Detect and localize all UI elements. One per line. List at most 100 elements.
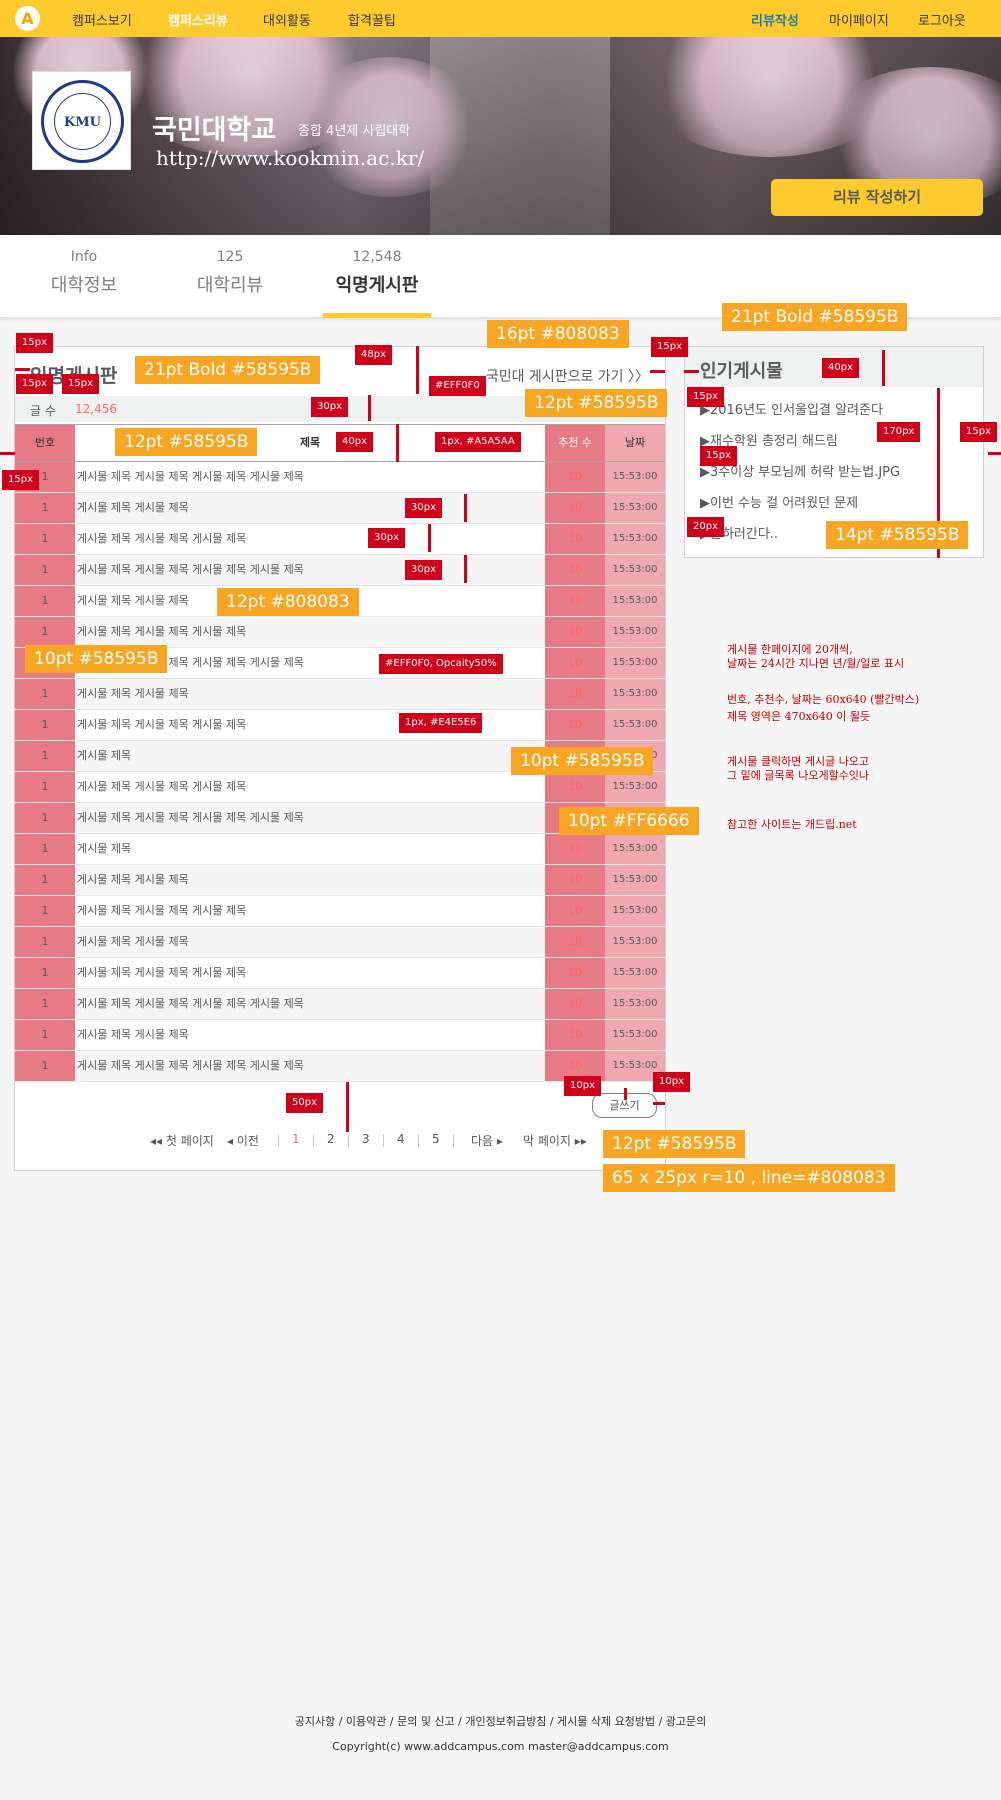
spacing-annotation: 30px	[405, 560, 442, 580]
table-row[interactable]: 1게시물 제목 게시물 제목 게시물 제목 게시물 제목1015:53:00	[15, 555, 665, 586]
table-row[interactable]: 1 게시물 제목 게시물 제목 10 15:53:00	[15, 1020, 665, 1051]
table-row[interactable]: 1 게시물 제목 게시물 제목 10 15:53:00	[15, 865, 665, 896]
tab-count: Info	[70, 249, 98, 265]
post-recommend-count: 10	[545, 927, 605, 957]
pager-divider	[348, 1134, 349, 1147]
site-logo[interactable]: A	[15, 6, 40, 31]
popular-post-item[interactable]: ▶이번 수능 걸 어려웠던 문제	[700, 492, 858, 511]
nav-logout[interactable]: 로그아웃	[918, 10, 966, 29]
post-recommend-count: 10	[545, 524, 605, 554]
post-number: 1	[15, 555, 75, 585]
table-row[interactable]: 1 게시물 제목 게시물 제목 10 15:53:00	[15, 679, 665, 710]
post-number: 1	[15, 989, 75, 1019]
tab-anonymous-board[interactable]: 12,548 익명게시판	[327, 249, 427, 297]
last-page-link[interactable]: 막 페이지 ▸▸	[523, 1132, 587, 1149]
page-5[interactable]: 5	[432, 1132, 440, 1146]
table-row[interactable]: 1 게시물 제목 게시물 제목 게시물 제목 10 15:53:00	[15, 772, 665, 803]
page-1[interactable]: 1	[292, 1132, 300, 1146]
post-title[interactable]: 게시물 제목 게시물 제목 게시물 제목 게시물 제목	[75, 989, 545, 1019]
table-row[interactable]: 1게시물 제목 게시물 제목 게시물 제목 게시물 제목1015:53:00	[15, 989, 665, 1020]
post-title[interactable]: 게시물 제목 게시물 제목 게시물 제목 게시물 제목	[75, 803, 545, 833]
post-title[interactable]: 게시물 제목	[75, 741, 545, 771]
spacing-annotation: 15px	[62, 374, 99, 394]
nav-activities[interactable]: 대외활동	[263, 10, 311, 29]
spacing-annotation: 15px	[651, 337, 688, 357]
post-title[interactable]: 게시물 제목 게시물 제목 게시물 제목 게시물 제목	[75, 555, 545, 585]
font-annotation: 12pt #58595B	[525, 389, 668, 417]
post-title[interactable]: 게시물 제목 게시물 제목	[75, 493, 545, 523]
next-page-link[interactable]: 다음 ▸	[471, 1132, 503, 1149]
post-title[interactable]: 게시물 제목 게시물 제목	[75, 927, 545, 957]
post-title[interactable]: 게시물 제목 게시물 제목	[75, 1020, 545, 1050]
post-title[interactable]: 게시물 제목 게시물 제목 게시물 제목	[75, 896, 545, 926]
post-title[interactable]: 게시물 제목	[75, 834, 545, 864]
nav-campus-review[interactable]: 캠퍼스리뷰	[168, 10, 228, 29]
spacing-guide-line	[0, 452, 15, 455]
font-annotation: 21pt Bold #58595B	[722, 303, 908, 331]
first-page-link[interactable]: ◂◂ 첫 페이지	[150, 1132, 214, 1149]
spacing-guide-line	[988, 452, 1001, 455]
pager-divider	[383, 1134, 384, 1147]
table-row[interactable]: 1 게시물 제목 게시물 제목 게시물 제목 10 15:53:00	[15, 710, 665, 741]
table-row[interactable]: 1 게시물 제목 게시물 제목 게시물 제목 10 15:53:00	[15, 958, 665, 989]
nav-tips[interactable]: 합격꿀팁	[348, 10, 396, 29]
tab-info[interactable]: Info 대학정보	[48, 249, 120, 297]
spacing-guide-line	[416, 346, 419, 394]
nav-write-review[interactable]: 리뷰작성	[751, 10, 799, 29]
page-3[interactable]: 3	[362, 1132, 370, 1146]
post-number: 1	[15, 927, 75, 957]
column-header-no: 번호	[15, 425, 75, 461]
post-date: 15:53:00	[605, 989, 665, 1019]
tab-label: 익명게시판	[335, 275, 419, 296]
page-2[interactable]: 2	[327, 1132, 335, 1146]
board-link[interactable]: 국민대 게시판으로 가기 〉〉	[486, 366, 649, 386]
post-title[interactable]: 게시물 제목 게시물 제목 게시물 제목	[75, 772, 545, 802]
post-recommend-count: 10	[545, 989, 605, 1019]
prev-page-link[interactable]: ◂ 이전	[227, 1132, 259, 1149]
university-url[interactable]: http://www.kookmin.ac.kr/	[156, 146, 424, 170]
seal-text: KMU	[54, 93, 111, 150]
post-title[interactable]: 게시물 제목 게시물 제목 게시물 제목	[75, 617, 545, 647]
post-title[interactable]: 게시물 제목 게시물 제목 게시물 제목	[75, 958, 545, 988]
post-date: 15:53:00	[605, 462, 665, 492]
table-row[interactable]: 1 게시물 제목 게시물 제목 게시물 제목 10 15:53:00	[15, 896, 665, 927]
font-annotation: 14pt #58595B	[826, 521, 969, 549]
nav-campus-view[interactable]: 캠퍼스보기	[72, 10, 132, 29]
spacing-annotation: #EFF0F0, Opcaity50%	[379, 654, 503, 674]
spacing-annotation: 40px	[336, 432, 373, 452]
post-date: 15:53:00	[605, 617, 665, 647]
post-recommend-count: 10	[545, 555, 605, 585]
table-row[interactable]: 1 게시물 제목 게시물 제목 10 15:53:00	[15, 927, 665, 958]
spacing-guide-line	[368, 395, 371, 421]
write-review-button[interactable]: 리뷰 작성하기	[771, 179, 983, 216]
post-recommend-count: 10	[545, 772, 605, 802]
post-date: 15:53:00	[605, 772, 665, 802]
spacing-guide-line	[464, 555, 467, 583]
post-date: 15:53:00	[605, 834, 665, 864]
popular-post-item[interactable]: ▶2016년도 인서울입결 알려준다	[700, 399, 883, 418]
post-title[interactable]: 게시물 제목 게시물 제목	[75, 865, 545, 895]
font-annotation: 10pt #58595B	[511, 747, 654, 775]
post-date: 15:53:00	[605, 555, 665, 585]
post-date: 15:53:00	[605, 958, 665, 988]
table-row[interactable]: 1게시물 제목1015:53:00	[15, 834, 665, 865]
post-title[interactable]: 게시물 제목 게시물 제목 게시물 제목 게시물 제목	[75, 1051, 545, 1081]
post-title[interactable]: 게시물 제목 게시물 제목	[75, 679, 545, 709]
university-seal: KMU	[41, 80, 124, 163]
post-recommend-count: 10	[545, 462, 605, 492]
post-number: 1	[15, 865, 75, 895]
footer-links[interactable]: 공지사항 / 이용약관 / 문의 및 신고 / 개인정보취급방침 / 게시물 삭…	[0, 1713, 1001, 1729]
table-row[interactable]: 1 게시물 제목 게시물 제목 게시물 제목 10 15:53:00	[15, 524, 665, 555]
post-title[interactable]: 게시물 제목 게시물 제목 게시물 제목	[75, 524, 545, 554]
spacing-annotation: 15px	[960, 422, 997, 442]
post-title[interactable]: 게시물 제목 게시물 제목 게시물 제목 게시물 제목	[75, 462, 545, 492]
tab-reviews[interactable]: 125 대학리뷰	[194, 249, 266, 297]
page-4[interactable]: 4	[397, 1132, 405, 1146]
table-row[interactable]: 1 게시물 제목 게시물 제목 게시물 제목 10 15:53:00	[15, 617, 665, 648]
font-annotation: 21pt Bold #58595B	[135, 356, 321, 384]
post-number: 1	[15, 958, 75, 988]
nav-mypage[interactable]: 마이페이지	[829, 10, 889, 29]
table-row[interactable]: 1게시물 제목 게시물 제목 게시물 제목 게시물 제목1015:53:00	[15, 462, 665, 493]
active-tab-indicator	[323, 313, 431, 318]
table-row[interactable]: 1 게시물 제목 게시물 제목 10 15:53:00	[15, 493, 665, 524]
